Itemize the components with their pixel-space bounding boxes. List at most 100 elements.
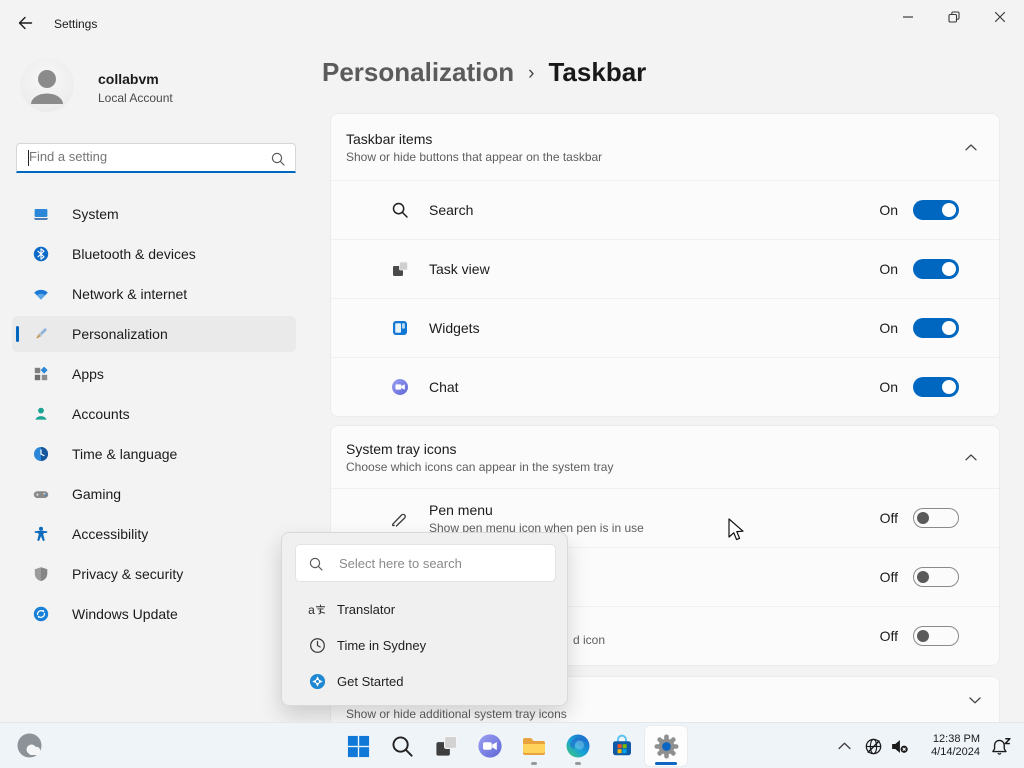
sidebar-item-personalization[interactable]: Personalization bbox=[12, 316, 296, 352]
chevron-up-icon bbox=[965, 144, 977, 151]
setting-row-chat: Chat On bbox=[331, 357, 999, 416]
mouse-cursor bbox=[727, 518, 745, 544]
sidebar-item-label: Accessibility bbox=[72, 526, 149, 542]
card-subtitle: Choose which icons can appear in the sys… bbox=[346, 459, 614, 474]
suggestion-translator[interactable]: a Translator bbox=[282, 591, 567, 627]
sidebar-item-privacy-security[interactable]: Privacy & security bbox=[12, 556, 296, 592]
close-button[interactable] bbox=[977, 0, 1023, 33]
titlebar: Settings bbox=[0, 0, 1024, 34]
sidebar-item-bluetooth-devices[interactable]: Bluetooth & devices bbox=[12, 236, 296, 272]
edge-icon bbox=[565, 733, 591, 759]
sidebar-item-windows-update[interactable]: Windows Update bbox=[12, 596, 296, 632]
app-title: Settings bbox=[54, 17, 98, 31]
card-subtitle: Show or hide additional system tray icon… bbox=[346, 707, 567, 721]
sidebar-nav: System Bluetooth & devices Network & int… bbox=[12, 196, 296, 636]
taskbar-search-button[interactable] bbox=[380, 725, 424, 767]
bluetooth-icon bbox=[33, 246, 49, 262]
widgets-toggle[interactable] bbox=[913, 318, 959, 338]
volume-button[interactable] bbox=[886, 729, 912, 763]
minimize-icon bbox=[900, 9, 916, 25]
sidebar-item-system[interactable]: System bbox=[12, 196, 296, 232]
taskbar-items-header[interactable]: Taskbar items Show or hide buttons that … bbox=[331, 114, 999, 180]
close-icon bbox=[992, 9, 1008, 25]
search-flyout: a Translator Time in Sydney Get Started bbox=[281, 532, 568, 706]
sidebar-item-label: Apps bbox=[72, 366, 104, 382]
gear-icon bbox=[653, 733, 680, 760]
toggle-state-label: On bbox=[879, 379, 898, 395]
search-icon bbox=[270, 151, 286, 167]
suggestion-get-started[interactable]: Get Started bbox=[282, 663, 567, 699]
covered-row-toggle[interactable] bbox=[913, 626, 959, 646]
taskbar-buttons bbox=[336, 725, 688, 767]
pen-menu-toggle[interactable] bbox=[913, 508, 959, 528]
sidebar-item-apps[interactable]: Apps bbox=[12, 356, 296, 392]
store-button[interactable] bbox=[600, 725, 644, 767]
sidebar-item-gaming[interactable]: Gaming bbox=[12, 476, 296, 512]
chevron-down-icon bbox=[969, 697, 981, 704]
sidebar-item-label: Windows Update bbox=[72, 606, 178, 622]
chat-toggle[interactable] bbox=[913, 377, 959, 397]
system-icon bbox=[33, 206, 49, 222]
running-indicator bbox=[531, 762, 537, 765]
toggle-state-label: Off bbox=[879, 569, 898, 585]
sidebar-item-label: Bluetooth & devices bbox=[72, 246, 196, 262]
minimize-button[interactable] bbox=[885, 0, 931, 33]
suggestion-label: Get Started bbox=[337, 673, 404, 689]
sidebar-item-label: Personalization bbox=[72, 326, 168, 342]
covered-row-toggle[interactable] bbox=[913, 567, 959, 587]
clock-icon bbox=[309, 637, 326, 654]
task-view-button[interactable] bbox=[424, 725, 468, 767]
avatar bbox=[20, 58, 74, 112]
back-button[interactable] bbox=[13, 13, 37, 33]
folder-icon bbox=[521, 733, 547, 759]
suggestion-time-in-sydney[interactable]: Time in Sydney bbox=[282, 627, 567, 663]
row-label: Task view bbox=[429, 261, 490, 277]
file-explorer-button[interactable] bbox=[512, 725, 556, 767]
sidebar-item-network-internet[interactable]: Network & internet bbox=[12, 276, 296, 312]
wifi-icon bbox=[33, 286, 49, 302]
chat-button[interactable] bbox=[468, 725, 512, 767]
row-label: Pen menu bbox=[429, 501, 493, 518]
toggle-state-label: Off bbox=[879, 628, 898, 644]
translator-icon: a bbox=[308, 600, 326, 618]
sidebar-item-time-language[interactable]: Time & language bbox=[12, 436, 296, 472]
row-label: Widgets bbox=[429, 320, 480, 336]
bell-dnd-icon bbox=[991, 737, 1012, 756]
gamepad-icon bbox=[33, 486, 49, 502]
task-view-toggle[interactable] bbox=[913, 259, 959, 279]
settings-search-input[interactable] bbox=[17, 144, 295, 171]
network-status-button[interactable] bbox=[860, 729, 886, 763]
sidebar-item-accessibility[interactable]: Accessibility bbox=[12, 516, 296, 552]
update-icon bbox=[33, 606, 49, 622]
shield-icon bbox=[33, 566, 49, 582]
row-label: Chat bbox=[429, 379, 459, 395]
system-tray: 12:38 PM 4/14/2024 bbox=[831, 723, 1024, 768]
notifications-button[interactable] bbox=[986, 729, 1016, 763]
globe-no-internet-icon bbox=[864, 737, 883, 756]
edge-button[interactable] bbox=[556, 725, 600, 767]
text-caret bbox=[28, 150, 29, 166]
search-icon bbox=[391, 201, 409, 219]
tray-overflow-button[interactable] bbox=[831, 729, 857, 763]
flyout-search-input[interactable] bbox=[296, 545, 555, 581]
sidebar-item-accounts[interactable]: Accounts bbox=[12, 396, 296, 432]
clock-button[interactable]: 12:38 PM 4/14/2024 bbox=[918, 733, 980, 759]
windows-logo-icon bbox=[346, 734, 371, 759]
weather-widget-button[interactable] bbox=[16, 732, 44, 760]
settings-search-box bbox=[16, 143, 296, 173]
account-name: collabvm bbox=[98, 71, 159, 87]
search-icon bbox=[390, 734, 415, 759]
restore-button[interactable] bbox=[931, 0, 977, 33]
sidebar-item-label: System bbox=[72, 206, 119, 222]
task-view-icon bbox=[391, 260, 409, 278]
sidebar-item-label: Time & language bbox=[72, 446, 178, 462]
start-button[interactable] bbox=[336, 725, 380, 767]
breadcrumb-parent[interactable]: Personalization bbox=[322, 57, 514, 88]
toggle-state-label: On bbox=[879, 202, 898, 218]
system-tray-header[interactable]: System tray icons Choose which icons can… bbox=[331, 426, 999, 488]
search-toggle[interactable] bbox=[913, 200, 959, 220]
hanzi-icon bbox=[315, 604, 326, 615]
tray-time: 12:38 PM bbox=[932, 733, 980, 745]
flyout-search-box bbox=[295, 544, 556, 582]
settings-button[interactable] bbox=[644, 725, 688, 767]
